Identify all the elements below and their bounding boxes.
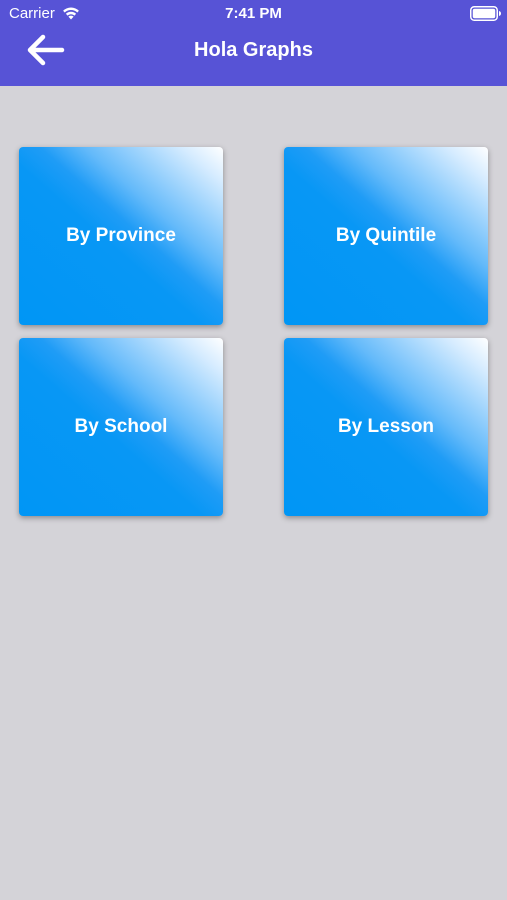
by-school-button[interactable]: By School bbox=[19, 338, 223, 516]
by-quintile-button[interactable]: By Quintile bbox=[284, 147, 488, 325]
header-bar: Carrier 7:41 PM Hola Graphs bbox=[0, 0, 507, 86]
by-province-button[interactable]: By Province bbox=[19, 147, 223, 325]
by-lesson-button[interactable]: By Lesson bbox=[284, 338, 488, 516]
status-bar: Carrier 7:41 PM bbox=[0, 0, 507, 28]
page-title: Hola Graphs bbox=[194, 39, 313, 61]
status-time: 7:41 PM bbox=[225, 5, 282, 22]
by-quintile-label: By Quintile bbox=[335, 225, 437, 246]
by-lesson-label: By Lesson bbox=[337, 416, 435, 437]
by-province-label: By Province bbox=[66, 225, 176, 246]
by-school-label: By School bbox=[74, 416, 168, 437]
battery-icon bbox=[470, 6, 501, 21]
